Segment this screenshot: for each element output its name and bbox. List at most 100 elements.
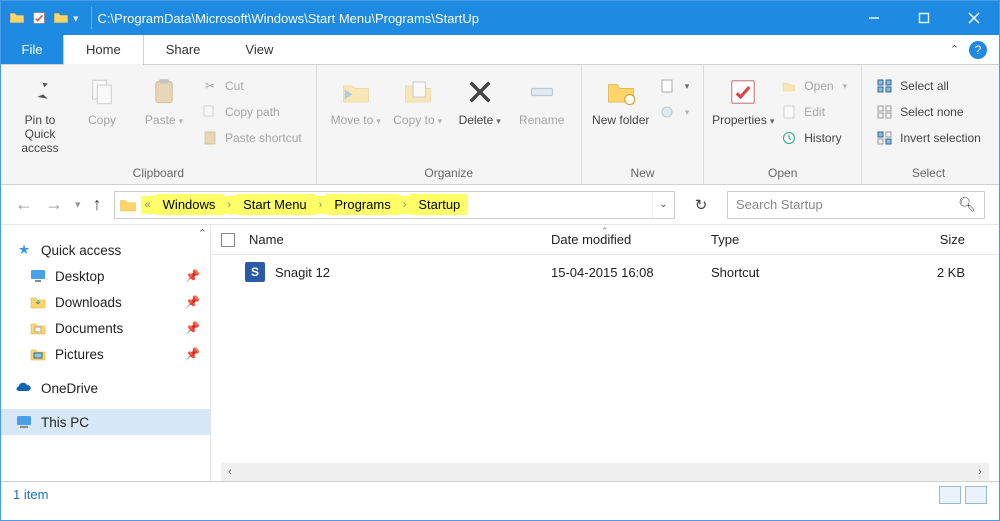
file-name: Snagit 12 <box>275 265 330 280</box>
thumbnails-view-button[interactable] <box>965 486 987 504</box>
file-type: Shortcut <box>701 265 851 280</box>
search-input[interactable]: Search Startup 🔍︎ <box>727 191 985 219</box>
breadcrumb-item[interactable]: Start Menu <box>235 194 315 215</box>
address-dropdown-icon[interactable]: ⌄ <box>652 192 674 218</box>
sort-indicator-icon: ⌃ <box>601 226 609 237</box>
file-tab[interactable]: File <box>1 35 63 64</box>
collapse-ribbon-icon[interactable]: ⌃ <box>950 43 959 56</box>
properties-qat-icon[interactable] <box>29 8 49 28</box>
search-placeholder: Search Startup <box>736 197 958 212</box>
cut-button[interactable]: ✂Cut <box>197 75 306 97</box>
scroll-up-icon[interactable]: ⌃ <box>198 227 207 240</box>
easy-access-icon <box>658 103 676 121</box>
paste-shortcut-button[interactable]: Paste shortcut <box>197 127 306 149</box>
up-button[interactable]: ↑ <box>93 194 102 215</box>
scroll-right-icon[interactable]: › <box>971 466 989 478</box>
copy-path-button[interactable]: Copy path <box>197 101 306 123</box>
folder-icon[interactable] <box>51 8 71 28</box>
quick-access-icon: ★ <box>15 241 33 259</box>
sidebar-downloads[interactable]: Downloads📌 <box>1 289 210 315</box>
new-item-button[interactable]: ▾ <box>654 75 694 97</box>
delete-button[interactable]: Delete▾ <box>451 71 509 127</box>
help-icon[interactable]: ? <box>969 41 987 59</box>
label: Copy <box>88 113 116 127</box>
scroll-left-icon[interactable]: ‹ <box>221 466 239 478</box>
chevron-right-icon[interactable]: › <box>399 196 411 214</box>
copy-button[interactable]: Copy <box>73 71 131 127</box>
refresh-button[interactable]: ↻ <box>687 191 715 219</box>
details-view-button[interactable] <box>939 486 961 504</box>
select-none-button[interactable]: Select none <box>872 101 985 123</box>
navigation-bar: ← → ▾ ↑ « Windows › Start Menu › Program… <box>1 185 999 225</box>
invert-selection-button[interactable]: Invert selection <box>872 127 985 149</box>
minimize-button[interactable] <box>849 1 899 35</box>
paste-button[interactable]: Paste▾ <box>135 71 193 127</box>
column-name[interactable]: Name <box>211 232 541 247</box>
sidebar-pictures[interactable]: Pictures📌 <box>1 341 210 367</box>
chevron-right-icon[interactable]: › <box>315 196 327 214</box>
forward-button[interactable]: → <box>45 194 63 215</box>
easy-access-button[interactable]: ▾ <box>654 101 694 123</box>
open-button[interactable]: Open▾ <box>776 75 851 97</box>
history-icon <box>780 129 798 147</box>
label: Pin to Quick access <box>11 113 69 155</box>
breadcrumb-item[interactable]: Windows <box>155 194 224 215</box>
address-bar[interactable]: « Windows › Start Menu › Programs › Star… <box>114 191 675 219</box>
horizontal-scrollbar[interactable]: ‹ › <box>221 463 989 481</box>
qat-dropdown-icon[interactable]: ▾ <box>73 12 79 25</box>
sidebar-desktop[interactable]: Desktop📌 <box>1 263 210 289</box>
share-tab[interactable]: Share <box>144 35 224 64</box>
column-size[interactable]: Size <box>851 232 999 247</box>
select-all-checkbox[interactable] <box>221 233 235 247</box>
pin-icon: 📌 <box>185 269 200 283</box>
pin-icon: 📌 <box>185 321 200 335</box>
breadcrumb-item[interactable]: Programs <box>326 194 398 215</box>
home-tab[interactable]: Home <box>63 35 144 64</box>
edit-icon <box>780 103 798 121</box>
select-all-button[interactable]: Select all <box>872 75 985 97</box>
new-folder-button[interactable]: New folder <box>592 71 650 127</box>
breadcrumb-overflow[interactable]: « <box>141 196 155 214</box>
pictures-icon <box>29 345 47 363</box>
move-to-button[interactable]: Move to▾ <box>327 71 385 127</box>
recent-locations-button[interactable]: ▾ <box>75 198 81 211</box>
downloads-icon <box>29 293 47 311</box>
group-label: Clipboard <box>11 164 306 180</box>
breadcrumb-item[interactable]: Startup <box>410 194 468 215</box>
new-folder-icon <box>604 75 638 109</box>
cut-icon: ✂ <box>201 77 219 95</box>
close-button[interactable] <box>949 1 999 35</box>
view-tab[interactable]: View <box>223 35 296 64</box>
status-bar: 1 item <box>1 481 999 507</box>
edit-button[interactable]: Edit <box>776 101 851 123</box>
pin-icon: 📌 <box>185 295 200 309</box>
group-label: Select <box>872 164 985 180</box>
ribbon: Pin to Quick access Copy Paste▾ ✂Cut Cop… <box>1 65 999 185</box>
history-button[interactable]: History <box>776 127 851 149</box>
column-type[interactable]: Type <box>701 232 851 247</box>
new-item-icon <box>658 77 676 95</box>
ribbon-group-clipboard: Pin to Quick access Copy Paste▾ ✂Cut Cop… <box>1 65 317 184</box>
back-button[interactable]: ← <box>15 194 33 215</box>
label: Paste <box>145 113 176 127</box>
onedrive-icon <box>15 379 33 397</box>
copy-to-button[interactable]: Copy to▾ <box>389 71 447 127</box>
window-title: C:\ProgramData\Microsoft\Windows\Start M… <box>98 11 849 26</box>
chevron-right-icon[interactable]: › <box>223 196 235 214</box>
file-row[interactable]: SSnagit 12 15-04-2015 16:08 Shortcut 2 K… <box>211 255 999 289</box>
sidebar-documents[interactable]: Documents📌 <box>1 315 210 341</box>
sidebar-onedrive[interactable]: OneDrive <box>1 375 210 401</box>
open-icon <box>780 77 798 95</box>
paste-shortcut-icon <box>201 129 219 147</box>
maximize-button[interactable] <box>899 1 949 35</box>
column-date[interactable]: Date modified <box>541 232 701 247</box>
ribbon-group-open: Properties▾ Open▾ Edit History Open <box>704 65 862 184</box>
sidebar-this-pc[interactable]: This PC <box>1 409 210 435</box>
search-icon: 🔍︎ <box>958 196 976 213</box>
pin-to-quick-access-button[interactable]: Pin to Quick access <box>11 71 69 155</box>
rename-button[interactable]: Rename <box>513 71 571 127</box>
properties-icon <box>726 75 760 109</box>
properties-button[interactable]: Properties▾ <box>714 71 772 127</box>
file-size: 2 KB <box>851 265 999 280</box>
sidebar-quick-access[interactable]: ★Quick access <box>1 237 210 263</box>
